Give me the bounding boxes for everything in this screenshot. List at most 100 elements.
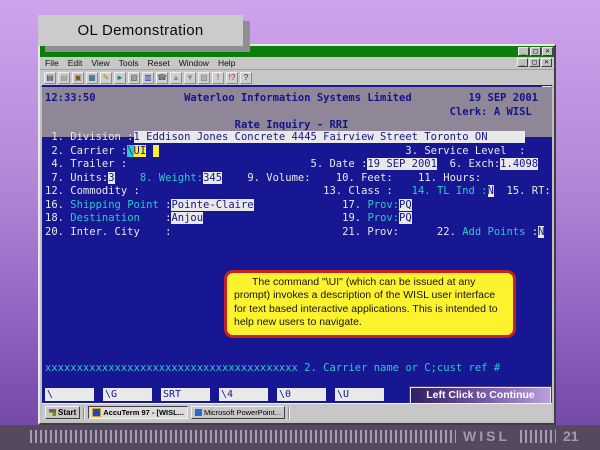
terminal-line: 4. Trailer : 5. Date :19 SEP 2001 6. Exc… [45, 158, 552, 172]
menu-file[interactable]: File [45, 58, 59, 68]
fkey-field-6[interactable]: \U [335, 388, 384, 401]
menu-tools[interactable]: Tools [119, 58, 139, 68]
terminal-icon[interactable]: ▥ [142, 72, 154, 84]
terminal-segment: Prov: [367, 212, 399, 224]
terminal-status-line: xxxxxxxxxxxxxxxxxxxxxxxxxxxxxxxxxxxxxxxx… [45, 362, 500, 376]
menu-window[interactable]: Window [179, 58, 209, 68]
help-icon[interactable]: ? [240, 72, 252, 84]
terminal-screen[interactable]: ▲ 12:33:50 Waterloo Information Systems … [42, 85, 552, 410]
download-icon[interactable]: ▼ [184, 72, 196, 84]
terminal-segment: 17. [254, 199, 368, 211]
terminal-segment: 12. Commodity : 13. Class : [45, 185, 412, 197]
close-icon[interactable]: × [542, 47, 553, 56]
slide-title-box: OL Demonstration [38, 15, 243, 46]
terminal-segment: Prov: [367, 199, 399, 211]
fkey-field-4[interactable]: \4 [219, 388, 268, 401]
upload-icon[interactable]: ▲ [170, 72, 182, 84]
taskbar-task[interactable]: AccuTerm 97 - [WISL... [88, 406, 188, 419]
fkey-field-2[interactable]: \G [103, 388, 152, 401]
minimize-icon[interactable]: _ [517, 58, 528, 67]
terminal-segment: 20. Inter. City : 21. Prov: 22. [45, 226, 462, 238]
annotation-text: The command "\UI" (which can be issued a… [234, 276, 506, 330]
terminal-header-band: 12:33:50 Waterloo Information Systems Li… [42, 87, 552, 137]
terminal-segment: 15. RT: [494, 185, 551, 197]
settings-icon[interactable]: ▨ [198, 72, 210, 84]
terminal-segment: PQ [399, 199, 412, 211]
maximize-icon[interactable]: □ [530, 47, 541, 56]
desktop-taskbar: Start AccuTerm 97 - [WISL... Microsoft Po… [42, 403, 552, 421]
terminal-segment: Add Points [462, 226, 532, 238]
slide: _□× File Edit View Tools Reset Window Help _□×… [0, 0, 600, 450]
terminal-line: 16. Shipping Point :Pointe-Claire 17. Pr… [45, 199, 552, 213]
terminal-header-line: Clerk: A WISL [42, 106, 552, 120]
window-titlebar[interactable]: _□× [40, 46, 554, 57]
break-icon[interactable]: ! [212, 72, 224, 84]
terminal-segment: \ [127, 145, 133, 157]
task-label: Microsoft PowerPoint... [204, 408, 281, 417]
fkey-field-1[interactable]: \ [45, 388, 94, 401]
terminal-segment: Anjou [171, 212, 203, 224]
terminal-segment: 3. Service Level : [159, 145, 526, 157]
task-label: AccuTerm 97 - [WISL... [103, 408, 184, 417]
terminal-segment [115, 172, 140, 184]
terminal-segment: 19 SEP 2001 [367, 158, 437, 170]
menu-view[interactable]: View [91, 58, 109, 68]
window-controls: _□× [518, 47, 553, 56]
capture-icon[interactable]: ▧ [128, 72, 140, 84]
ppt-icon [195, 409, 202, 416]
terminal-segment: 2. Carrier : [45, 145, 127, 157]
menu-reset[interactable]: Reset [147, 58, 169, 68]
menu-bar: File Edit View Tools Reset Window Help _□× [40, 57, 554, 70]
menu-help[interactable]: Help [218, 58, 235, 68]
mdi-window-controls: _□× [517, 58, 552, 67]
footer-band: WISL 21 [0, 425, 600, 450]
footer-brand: WISL [456, 428, 517, 444]
select-icon[interactable]: ► [114, 72, 126, 84]
terminal-segment: 1. Division : [45, 131, 134, 143]
menu-items: File Edit View Tools Reset Window Help [45, 58, 235, 68]
edit-icon[interactable]: ✎ [100, 72, 112, 84]
fkey-field-5[interactable]: \0 [277, 388, 326, 401]
task-buttons: AccuTerm 97 - [WISL... Microsoft PowerPoi… [88, 406, 285, 419]
accuterm-window: _□× File Edit View Tools Reset Window Help _□×… [38, 44, 556, 425]
continue-button[interactable]: Left Click to Continue [410, 387, 551, 404]
start-button[interactable]: Start [45, 406, 80, 419]
terminal-segment: UI [134, 145, 147, 157]
copy-icon[interactable]: ▣ [72, 72, 84, 84]
accuterm-icon [92, 408, 101, 417]
terminal-segment: 18. [45, 212, 70, 224]
fkey-field-3[interactable]: SRT [161, 388, 210, 401]
print-icon[interactable]: ▤ [44, 72, 56, 84]
rate-inquiry-form: 1. Division :1 Eddison Jones Concrete 44… [45, 131, 552, 239]
taskbar-separator [83, 407, 85, 419]
taskbar-task[interactable]: Microsoft PowerPoint... [191, 406, 285, 419]
terminal-segment: 1.4098 [500, 158, 538, 170]
terminal-segment: : [140, 212, 172, 224]
terminal-line: 7. Units:3 8. Weight:345 9. Volume: 10. … [45, 172, 552, 186]
windows-logo-icon [49, 409, 56, 416]
reset-icon[interactable]: !? [226, 72, 238, 84]
minimize-icon[interactable]: _ [518, 47, 529, 56]
dial-icon[interactable]: ☎ [156, 72, 168, 84]
paste-icon[interactable]: ▦ [86, 72, 98, 84]
terminal-segment: 7. Units: [45, 172, 108, 184]
slide-title: OL Demonstration [78, 22, 204, 39]
terminal-segment [146, 145, 152, 157]
terminal-header-line: 12:33:50 Waterloo Information Systems Li… [42, 92, 552, 106]
terminal-segment: N [538, 226, 544, 238]
terminal-segment: Destination [70, 212, 140, 224]
terminal-segment: 6. Exch: [437, 158, 500, 170]
terminal-line: 2. Carrier :\UI 3. Service Level : [45, 145, 552, 159]
terminal-line: 18. Destination :Anjou 19. Prov:PQ [45, 212, 552, 226]
annotation-callout: The command "\UI" (which can be issued a… [224, 270, 516, 338]
menu-edit[interactable]: Edit [68, 58, 83, 68]
maximize-icon[interactable]: □ [529, 58, 540, 67]
terminal-segment: 19. [203, 212, 367, 224]
start-label: Start [58, 408, 76, 417]
terminal-segment: 14. TL Ind : [412, 185, 488, 197]
print-preview-icon[interactable]: ▤ [58, 72, 70, 84]
terminal-segment: 1 Eddison Jones Concrete 4445 Fairview S… [134, 131, 526, 143]
close-icon[interactable]: × [541, 58, 552, 67]
page-number: 21 [560, 428, 582, 444]
terminal-segment: PQ [399, 212, 412, 224]
